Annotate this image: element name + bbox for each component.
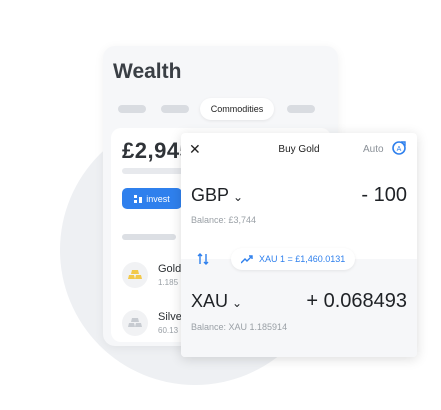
tab-commodities[interactable]: Commodities bbox=[200, 98, 274, 120]
to-currency: XAU bbox=[191, 291, 229, 311]
to-balance: Balance: XAU 1.185914 bbox=[191, 322, 288, 332]
invest-button[interactable]: invest bbox=[122, 188, 182, 209]
chevron-down-icon: ⌄ bbox=[233, 190, 244, 204]
from-amount-input[interactable]: - 100 bbox=[361, 184, 407, 207]
tab-bar: Commodities bbox=[103, 98, 338, 120]
asset-amount: 1.185 bbox=[158, 278, 179, 287]
exchange-rate-badge: XAU 1 = £1,460.0131 bbox=[231, 248, 356, 270]
buy-gold-dialog: ✕ Buy Gold Auto A GBP ⌄ - 100 Balance: £3… bbox=[181, 133, 417, 357]
asset-amount: 60.13 bbox=[158, 326, 179, 335]
asset-name: Gold bbox=[158, 263, 182, 275]
chevron-down-icon: ⌄ bbox=[232, 296, 243, 310]
auto-label[interactable]: Auto bbox=[363, 144, 384, 155]
from-balance: Balance: £3,744 bbox=[191, 215, 257, 225]
to-currency-select[interactable]: XAU ⌄ bbox=[191, 291, 242, 312]
from-currency: GBP bbox=[191, 185, 230, 205]
gold-bars-icon bbox=[122, 262, 148, 288]
svg-text:A: A bbox=[397, 146, 402, 153]
page-title: Wealth bbox=[113, 60, 182, 83]
tab-placeholder[interactable] bbox=[118, 105, 146, 113]
invest-label: invest bbox=[146, 193, 170, 204]
to-amount-input[interactable]: + 0.068493 bbox=[306, 290, 407, 313]
tab-placeholder[interactable] bbox=[287, 105, 315, 113]
from-currency-select[interactable]: GBP ⌄ bbox=[191, 185, 243, 206]
swap-icon[interactable] bbox=[193, 251, 213, 267]
asset-name: Silve bbox=[158, 311, 182, 323]
invest-icon bbox=[134, 194, 143, 203]
auto-refresh-icon[interactable]: A bbox=[391, 140, 407, 156]
trend-up-icon bbox=[241, 255, 253, 264]
exchange-rate: XAU 1 = £1,460.0131 bbox=[259, 254, 346, 264]
silver-bars-icon bbox=[122, 310, 148, 336]
tab-placeholder[interactable] bbox=[161, 105, 189, 113]
placeholder-bar bbox=[122, 234, 176, 240]
